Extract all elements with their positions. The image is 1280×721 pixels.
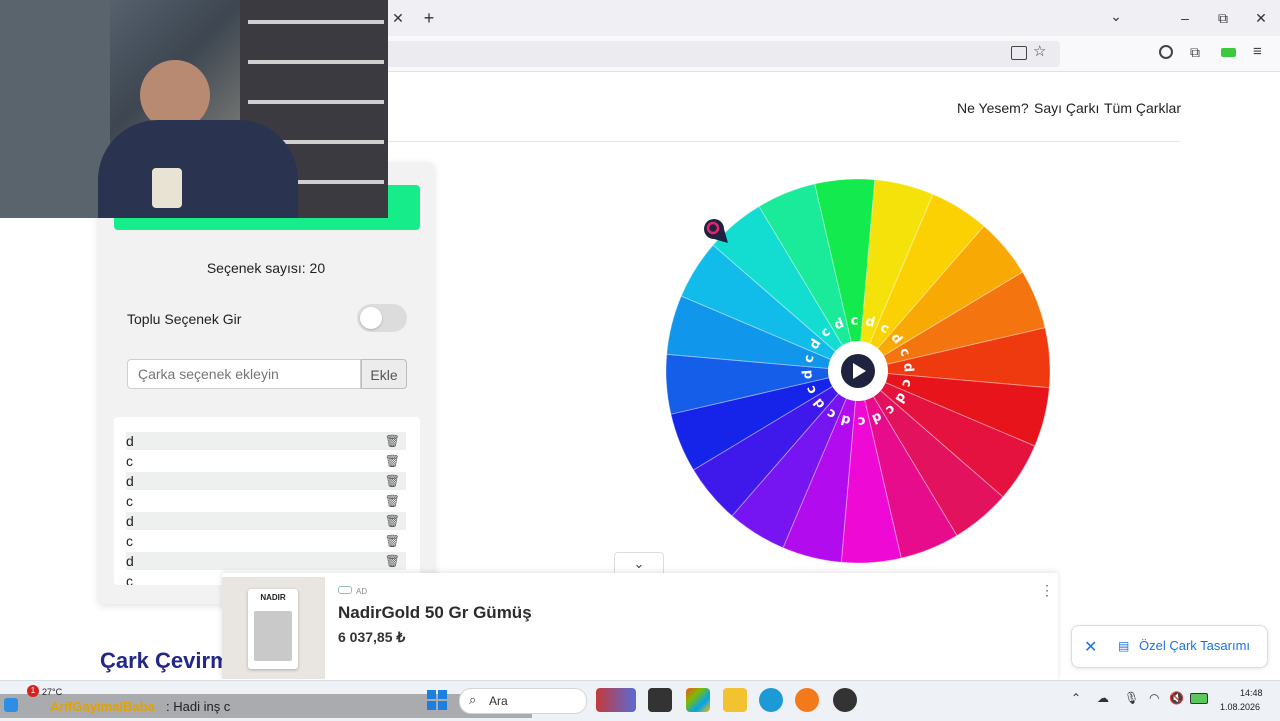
ad-product-image[interactable]: NADIR bbox=[222, 577, 325, 679]
list-item: c🗑 bbox=[126, 452, 406, 470]
list-item: d 🗑 bbox=[126, 472, 406, 490]
list-item-label: c bbox=[126, 493, 133, 509]
nav-sayi-carki[interactable]: Sayı Çarkı bbox=[1034, 100, 1099, 116]
taskbar-search[interactable]: ⌕ Ara bbox=[459, 688, 587, 714]
list-item-label: d bbox=[126, 513, 134, 529]
list-item: c🗑 bbox=[126, 532, 406, 550]
bookmark-star-icon[interactable]: ☆ bbox=[1033, 42, 1046, 60]
trash-icon[interactable]: 🗑 bbox=[385, 512, 400, 530]
nav-ne-yesem[interactable]: Ne Yesem? bbox=[957, 100, 1029, 116]
ad-menu-icon[interactable]: ⋮ bbox=[1040, 582, 1054, 599]
trash-icon[interactable]: 🗑 bbox=[385, 492, 400, 510]
tray-chevron-up-icon[interactable]: ⌃ bbox=[1071, 691, 1081, 705]
firefox-icon[interactable] bbox=[795, 688, 819, 712]
close-tab-icon[interactable]: ✕ bbox=[386, 8, 410, 28]
volume-muted-icon[interactable]: 🔇 bbox=[1169, 691, 1184, 705]
weather-temp: 27°C bbox=[42, 687, 63, 697]
file-explorer-icon[interactable] bbox=[723, 688, 747, 712]
wheel-slice-label: d bbox=[900, 362, 916, 372]
toggle-knob bbox=[360, 307, 382, 329]
list-item-label: c bbox=[126, 453, 133, 469]
new-tab-button[interactable]: + bbox=[417, 8, 441, 28]
search-label: Ara bbox=[489, 694, 508, 708]
list-item-label: d bbox=[126, 553, 134, 569]
trash-icon[interactable]: 🗑 bbox=[385, 532, 400, 550]
list-item-label: c bbox=[126, 573, 133, 585]
ad-image-brand: NADIR bbox=[260, 593, 286, 602]
microphone-icon[interactable]: 🎙 bbox=[1124, 691, 1139, 705]
bulk-entry-label: Toplu Seçenek Gir bbox=[127, 311, 242, 327]
wheel-slice-label: c bbox=[850, 313, 859, 329]
wheel-pointer-icon bbox=[704, 219, 728, 243]
task-view-icon[interactable] bbox=[648, 688, 672, 712]
cloud-off-icon[interactable]: ☁ bbox=[1097, 691, 1109, 705]
tab-list-chevron-icon[interactable]: ⌄ bbox=[1104, 6, 1128, 26]
url-bar[interactable] bbox=[380, 41, 1060, 67]
minimize-button[interactable]: – bbox=[1173, 8, 1197, 28]
wheel-slice-label: c bbox=[857, 413, 866, 429]
option-input[interactable] bbox=[127, 359, 361, 389]
microsoft-365-icon[interactable] bbox=[686, 688, 710, 712]
chat-message: : Hadi inş c bbox=[166, 699, 231, 714]
close-window-button[interactable]: ✕ bbox=[1249, 8, 1273, 28]
menu-hamburger-icon[interactable]: ≡ bbox=[1253, 43, 1262, 60]
account-icon[interactable] bbox=[1159, 45, 1173, 59]
search-icon: ⌕ bbox=[469, 692, 477, 707]
custom-wheel-button[interactable]: ✕ Özel Çark Tasarımı ▤ bbox=[1071, 625, 1268, 668]
nav-tum-carklar[interactable]: Tüm Çarklar bbox=[1104, 100, 1181, 116]
notification-badge: 1 bbox=[27, 685, 39, 697]
clock-time[interactable]: 14:48 bbox=[1240, 688, 1263, 698]
widget-icon[interactable] bbox=[596, 688, 636, 712]
wheel-slice-label: d bbox=[800, 369, 816, 379]
wifi-icon[interactable]: ◠ bbox=[1149, 691, 1159, 705]
nav-divider bbox=[385, 141, 1180, 142]
clock-date[interactable]: 1.08.2026 bbox=[1220, 702, 1260, 712]
list-item: d 🗑 bbox=[126, 552, 406, 570]
expand-chevron-icon[interactable]: ⌄ bbox=[614, 552, 664, 575]
list-item: d 🗑 bbox=[126, 432, 406, 450]
edge-browser-icon[interactable] bbox=[759, 688, 783, 712]
weather-icon[interactable] bbox=[4, 698, 18, 712]
page-heading: Çark Çevirm bbox=[100, 648, 230, 673]
battery-icon[interactable] bbox=[1190, 693, 1208, 704]
trash-icon[interactable]: 🗑 bbox=[385, 432, 400, 450]
extension-green-icon[interactable] bbox=[1221, 48, 1236, 57]
list-item-label: d bbox=[126, 433, 134, 449]
trash-icon[interactable]: 🗑 bbox=[385, 552, 400, 570]
obs-icon[interactable] bbox=[833, 688, 857, 712]
bulk-entry-toggle[interactable] bbox=[357, 304, 407, 332]
list-item: d 🗑 bbox=[126, 512, 406, 530]
chat-user: ArifGayimalBaba bbox=[50, 699, 155, 714]
restore-button[interactable]: ⧉ bbox=[1211, 8, 1235, 28]
list-item-label: d bbox=[126, 473, 134, 489]
close-icon[interactable]: ✕ bbox=[1084, 637, 1097, 657]
option-count: Seçenek sayısı: 20 bbox=[206, 260, 326, 276]
add-option-button[interactable]: Ekle bbox=[361, 359, 407, 389]
ad-title[interactable]: NadirGold 50 Gr Gümüş bbox=[338, 603, 532, 623]
list-item-label: c bbox=[126, 533, 133, 549]
ad-price: 6 037,85 ₺ bbox=[338, 629, 406, 645]
save-page-icon[interactable] bbox=[1011, 46, 1027, 60]
webcam-overlay bbox=[0, 0, 388, 218]
design-icon: ▤ bbox=[1118, 639, 1130, 653]
windows-start-icon[interactable] bbox=[427, 690, 447, 710]
ad-badge: AD bbox=[338, 586, 367, 596]
trash-icon[interactable]: 🗑 bbox=[385, 472, 400, 490]
options-list: d🗑 c🗑 d🗑 c🗑 d🗑 c🗑 d🗑 c🗑 bbox=[114, 417, 420, 585]
extensions-puzzle-icon[interactable]: ⧉ bbox=[1190, 44, 1200, 61]
list-item: c🗑 bbox=[126, 492, 406, 510]
trash-icon[interactable]: 🗑 bbox=[385, 452, 400, 470]
custom-wheel-label: Özel Çark Tasarımı bbox=[1139, 638, 1251, 653]
